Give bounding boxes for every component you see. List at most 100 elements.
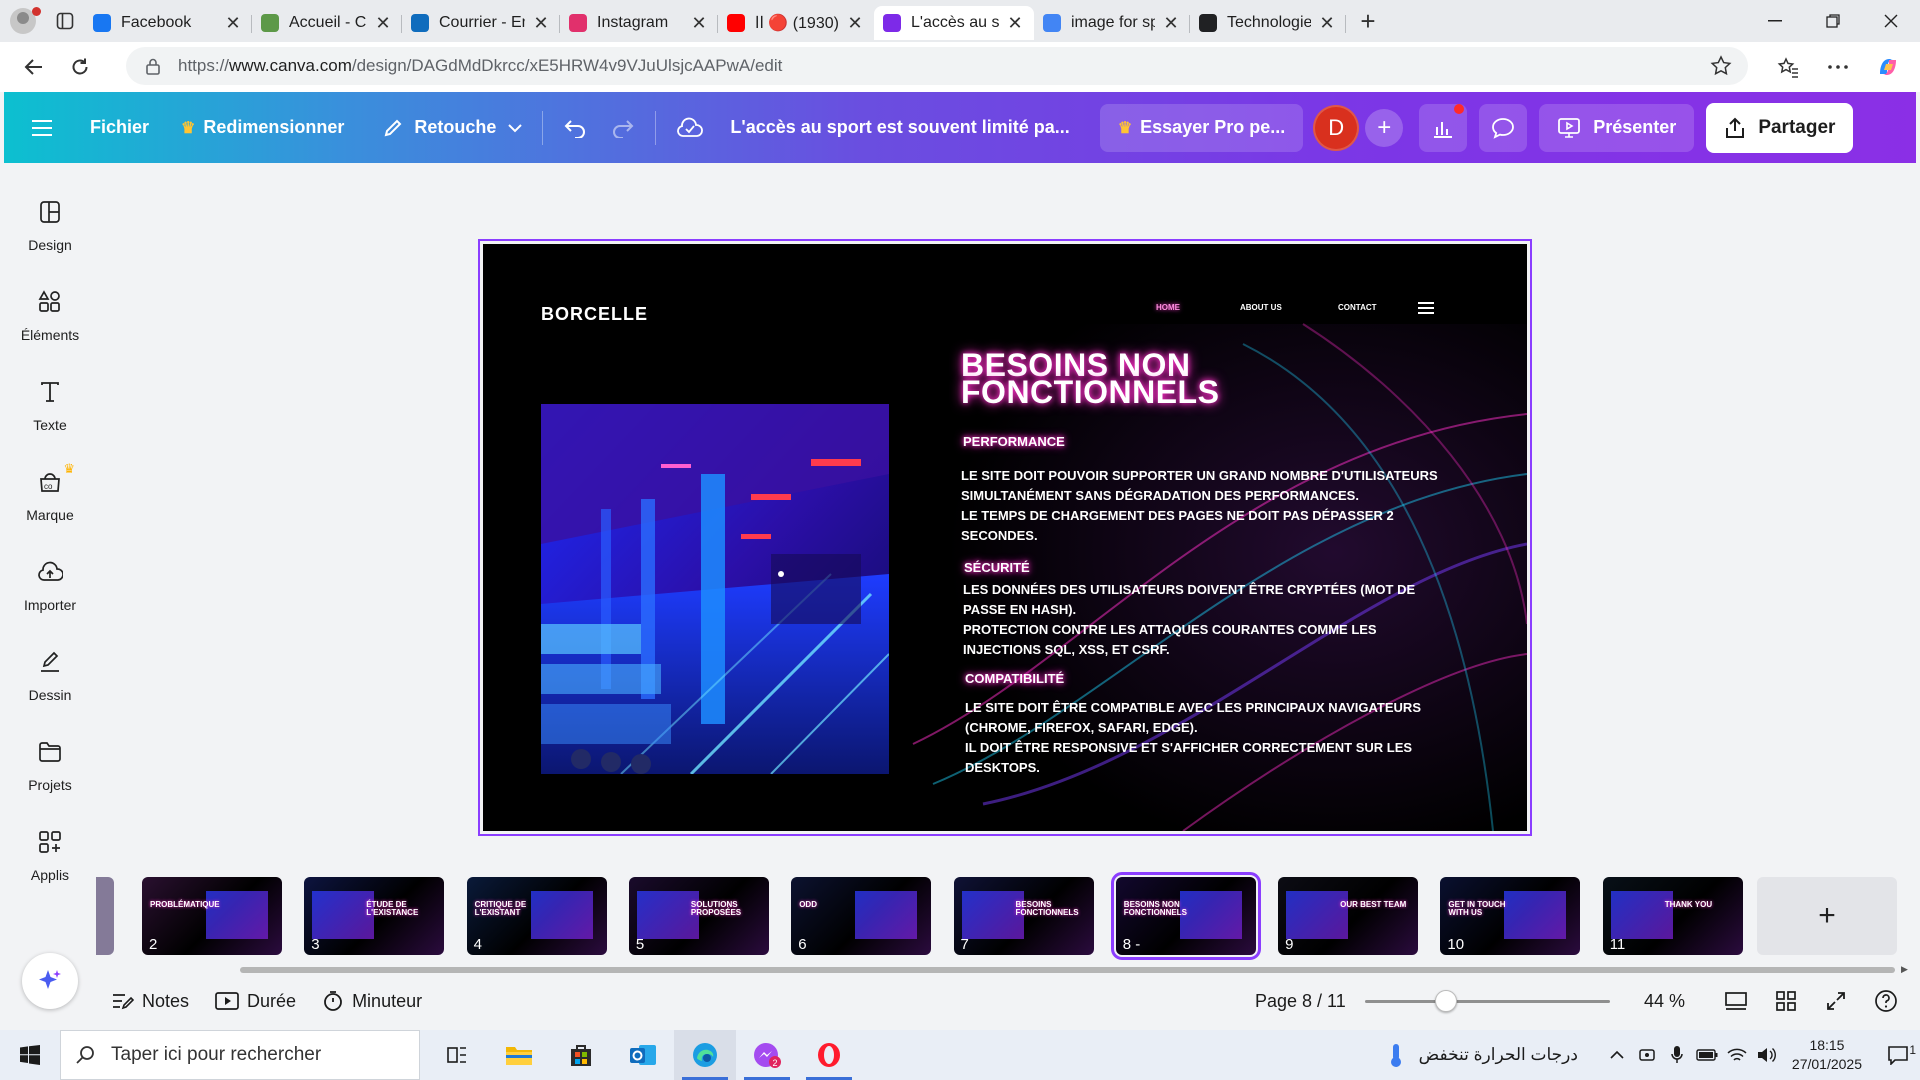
sidebar-item-projects[interactable]: Projets xyxy=(4,731,96,811)
page-thumbnail[interactable]: ÉTUDE DE L'EXISTANCE 3 xyxy=(304,877,445,955)
present-button[interactable]: Présenter xyxy=(1539,103,1695,152)
page-thumbnail-strip[interactable]: PROBLÉMATIQUE 2 ÉTUDE DE L'EXISTANCE 3 CRITI… xyxy=(96,872,1920,968)
magic-assistant-button[interactable] xyxy=(22,953,78,1009)
browser-tab[interactable]: image for sport w ✕ xyxy=(1034,6,1190,40)
favorite-star-icon[interactable] xyxy=(1710,55,1732,77)
taskbar-search[interactable]: Taper ici pour rechercher xyxy=(60,1030,420,1080)
taskbar-clock[interactable]: 18:15 27/01/2025 xyxy=(1792,1036,1862,1074)
page-thumbnail[interactable]: PROBLÉMATIQUE 2 xyxy=(142,877,282,955)
file-explorer-icon[interactable] xyxy=(488,1030,550,1080)
sidebar-item-draw[interactable]: Dessin xyxy=(4,641,96,721)
weather-text[interactable]: درجات الحرارة تنخفض xyxy=(1419,1045,1578,1065)
help-icon[interactable] xyxy=(1872,987,1900,1015)
messenger-app-icon[interactable]: 2 xyxy=(736,1030,798,1080)
close-tab-icon[interactable]: ✕ xyxy=(689,13,709,34)
sidebar-item-elements[interactable]: Éléments xyxy=(4,281,96,361)
sidebar-item-design[interactable]: Design xyxy=(4,191,96,271)
close-tab-icon[interactable]: ✕ xyxy=(1005,13,1025,34)
user-avatar[interactable]: D xyxy=(1313,104,1360,151)
page-thumbnail[interactable]: BESOINS NON FONCTIONNELS 8 - xyxy=(1110,872,1261,960)
close-tab-icon[interactable]: ✕ xyxy=(1317,13,1337,34)
page-thumbnail-partial[interactable] xyxy=(96,877,114,955)
page-thumbnail[interactable]: SOLUTIONS PROPOSÉES 5 xyxy=(628,877,769,955)
tab-actions-icon[interactable] xyxy=(46,0,84,42)
scroll-right-arrow[interactable]: ▶ xyxy=(1901,964,1908,975)
outlook-app-icon[interactable] xyxy=(612,1030,674,1080)
invite-plus-button[interactable]: + xyxy=(1365,108,1404,147)
close-tab-icon[interactable]: ✕ xyxy=(373,13,393,34)
microsoft-store-icon[interactable] xyxy=(550,1030,612,1080)
horizontal-scrollbar[interactable] xyxy=(240,967,1895,973)
microphone-icon[interactable] xyxy=(1662,1045,1692,1065)
close-tab-icon[interactable]: ✕ xyxy=(223,13,243,34)
browser-tab[interactable]: Technologie et ac ✕ xyxy=(1190,6,1346,40)
grid-view-icon[interactable] xyxy=(1772,987,1800,1015)
sidebar-item-upload[interactable]: Importer xyxy=(4,551,96,631)
copilot-icon[interactable] xyxy=(1868,48,1908,86)
windows-start-button[interactable] xyxy=(0,1030,60,1080)
browser-tab[interactable]: Accueil - Chess.com ✕ xyxy=(252,6,402,40)
sidebar-item-text[interactable]: Texte xyxy=(4,371,96,451)
zoom-level[interactable]: 44 % xyxy=(1644,991,1685,1012)
main-menu-button[interactable] xyxy=(22,104,64,152)
zoom-slider-handle[interactable] xyxy=(1434,990,1457,1012)
browser-tab[interactable]: Courrier - Emir Dhia ✕ xyxy=(402,6,560,40)
add-page-button[interactable]: + xyxy=(1757,877,1897,955)
design-title[interactable]: L'accès au sport est souvent limité pa..… xyxy=(730,117,1069,138)
sidebar-item-brand[interactable]: co ♛ Marque xyxy=(4,461,96,541)
page-thumbnail[interactable]: OUR BEST TEAM 9 xyxy=(1278,877,1419,955)
battery-icon[interactable] xyxy=(1692,1049,1722,1061)
close-tab-icon[interactable]: ✕ xyxy=(845,13,865,34)
duration-button[interactable]: Durée xyxy=(215,991,296,1012)
fullscreen-icon[interactable] xyxy=(1822,987,1850,1015)
comments-button[interactable] xyxy=(1479,103,1528,152)
page-thumbnail[interactable]: BESOINS FONCTIONNELS 7 xyxy=(953,877,1094,955)
minimize-button[interactable] xyxy=(1746,0,1804,42)
slide-canvas-frame[interactable]: BORCELLE HOME ABOUT US CONTACT BESOINS N… xyxy=(478,239,1532,836)
page-thumbnail[interactable]: ODD 6 xyxy=(791,877,932,955)
cloud-saved-icon[interactable] xyxy=(664,104,716,152)
restore-button[interactable] xyxy=(1804,0,1862,42)
edit-mode-button[interactable]: Retouche xyxy=(370,104,534,152)
page-indicator[interactable]: Page 8 / 11 xyxy=(1255,991,1346,1012)
chevron-up-icon[interactable] xyxy=(1602,1050,1632,1060)
close-window-button[interactable] xyxy=(1862,0,1920,42)
task-view-icon[interactable] xyxy=(426,1030,488,1080)
notes-button[interactable]: Notes xyxy=(112,991,189,1012)
profile-avatar[interactable] xyxy=(0,0,46,42)
redo-button[interactable] xyxy=(599,104,647,152)
opera-app-icon[interactable] xyxy=(798,1030,860,1080)
security-icon[interactable] xyxy=(1632,1047,1662,1063)
slide-8[interactable]: BORCELLE HOME ABOUT US CONTACT BESOINS N… xyxy=(483,244,1527,831)
notification-center-icon[interactable]: 1 xyxy=(1876,1043,1920,1065)
wifi-icon[interactable] xyxy=(1722,1047,1752,1063)
favorites-icon[interactable] xyxy=(1768,48,1808,86)
browser-tab[interactable]: L'accès au sport est ✕ xyxy=(874,6,1034,40)
new-tab-button[interactable]: + xyxy=(1346,0,1390,42)
edge-app-icon[interactable] xyxy=(674,1030,736,1080)
sidebar-item-apps[interactable]: Applis xyxy=(4,821,96,901)
browser-tab[interactable]: Facebook ✕ xyxy=(84,6,252,40)
reload-button[interactable] xyxy=(58,47,102,87)
browser-tab[interactable]: شاهد (1930) 🔴 اا ✕ xyxy=(718,6,874,40)
more-options-icon[interactable] xyxy=(1818,48,1858,86)
timer-button[interactable]: Minuteur xyxy=(322,990,422,1012)
url-field[interactable]: https://www.canva.com/design/DAGdMdDkrcc… xyxy=(126,47,1748,85)
thermometer-icon[interactable] xyxy=(1381,1042,1411,1068)
insights-button[interactable] xyxy=(1419,103,1468,152)
close-tab-icon[interactable]: ✕ xyxy=(1161,13,1181,34)
page-thumbnail[interactable]: THANK YOU 11 xyxy=(1602,877,1743,955)
page-thumbnail[interactable]: GET IN TOUCH WITH US 10 xyxy=(1440,877,1581,955)
page-view-icon[interactable] xyxy=(1722,987,1750,1015)
back-button[interactable] xyxy=(12,47,56,87)
volume-icon[interactable] xyxy=(1752,1047,1782,1063)
resize-button[interactable]: ♛ Redimensionner xyxy=(169,104,356,152)
close-tab-icon[interactable]: ✕ xyxy=(531,13,551,34)
browser-tab[interactable]: Instagram ✕ xyxy=(560,6,718,40)
share-button[interactable]: Partager xyxy=(1706,102,1854,153)
try-pro-button[interactable]: ♛ Essayer Pro pe... xyxy=(1099,103,1304,152)
file-menu-button[interactable]: Fichier xyxy=(78,104,161,152)
zoom-slider-track[interactable] xyxy=(1365,1000,1610,1003)
undo-button[interactable] xyxy=(551,104,599,152)
page-thumbnail[interactable]: CRITIQUE DE L'EXISTANT 4 xyxy=(466,877,607,955)
